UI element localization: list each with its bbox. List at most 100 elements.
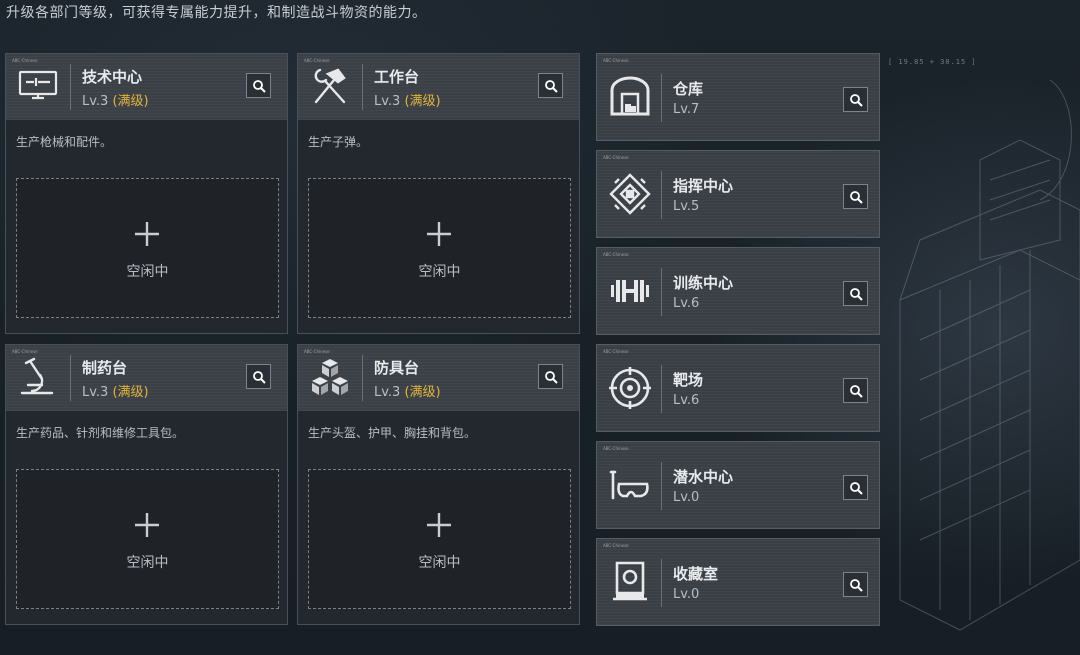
department-name: 指挥中心 xyxy=(673,177,734,195)
card-tag: ABC-Chinese xyxy=(603,349,629,354)
search-button[interactable] xyxy=(843,87,868,112)
plus-icon xyxy=(427,513,451,537)
search-button[interactable] xyxy=(538,73,563,98)
base-building-illustration xyxy=(899,79,1080,631)
max-level-badge: (满级) xyxy=(404,94,441,109)
department-name: 靶场 xyxy=(673,371,704,389)
production-slot[interactable]: 空闲中 xyxy=(308,178,571,318)
department-level: Lv.3 (满级) xyxy=(82,94,149,109)
department-name: 仓库 xyxy=(673,80,704,98)
department-level: Lv.3 (满级) xyxy=(374,385,441,400)
department-name: 潜水中心 xyxy=(673,468,734,486)
card-tag: ABC-Chinese xyxy=(603,155,629,160)
computer-icon xyxy=(18,70,58,100)
card-header: ABC-Chinese 工作台 Lv.3 (满级) xyxy=(298,54,579,120)
slot-idle-label: 空闲中 xyxy=(126,264,169,280)
search-icon xyxy=(849,481,863,495)
divider xyxy=(70,355,71,401)
search-button[interactable] xyxy=(843,378,868,403)
max-level-badge: (满级) xyxy=(404,385,441,400)
department-card-diving-center[interactable]: ABC-Chinese 潜水中心 Lv.0 xyxy=(596,441,880,529)
card-tag: ABC-Chinese xyxy=(603,58,629,63)
microscope-icon xyxy=(20,357,54,395)
divider xyxy=(661,462,662,510)
department-level: Lv.0 xyxy=(673,490,700,505)
department-card-workbench[interactable]: ABC-Chinese 工作台 Lv.3 (满级) 生产子弹。 空闲中 xyxy=(297,53,580,334)
production-slot[interactable]: 空闲中 xyxy=(16,178,279,318)
department-level: Lv.7 xyxy=(673,102,700,117)
department-level: Lv.0 xyxy=(673,587,700,602)
trophy-case-icon xyxy=(613,561,647,601)
slot-idle-label: 空闲中 xyxy=(418,555,461,571)
production-slot[interactable]: 空闲中 xyxy=(308,469,571,609)
slot-idle-label: 空闲中 xyxy=(418,264,461,280)
divider xyxy=(661,559,662,607)
cubes-icon xyxy=(312,359,348,395)
department-name: 训练中心 xyxy=(673,274,734,292)
search-icon xyxy=(849,578,863,592)
dumbbell-icon xyxy=(611,280,649,302)
department-card-collection-room[interactable]: ABC-Chinese 收藏室 Lv.0 xyxy=(596,538,880,626)
search-button[interactable] xyxy=(843,184,868,209)
search-button[interactable] xyxy=(843,281,868,306)
department-description: 生产枪械和配件。 xyxy=(16,135,113,149)
department-card-warehouse[interactable]: ABC-Chinese 仓库 Lv.7 xyxy=(596,53,880,141)
department-level: Lv.3 (满级) xyxy=(374,94,441,109)
department-card-tech-center[interactable]: ABC-Chinese 技术中心 Lv.3 (满级) 生产枪械和配件。 空闲中 xyxy=(5,53,288,334)
card-tag: ABC-Chinese xyxy=(304,349,330,354)
search-button[interactable] xyxy=(246,364,271,389)
card-tag: ABC-Chinese xyxy=(304,58,330,63)
divider xyxy=(661,365,662,413)
department-card-command-center[interactable]: ABC-Chinese 指挥中心 Lv.5 xyxy=(596,150,880,238)
card-tag: ABC-Chinese xyxy=(12,58,38,63)
department-level: Lv.6 xyxy=(673,296,700,311)
divider xyxy=(362,355,363,401)
divider xyxy=(661,74,662,122)
target-icon xyxy=(609,367,651,409)
department-level: Lv.6 xyxy=(673,393,700,408)
search-icon xyxy=(849,287,863,301)
search-button[interactable] xyxy=(538,364,563,389)
card-header: ABC-Chinese 技术中心 Lv.3 (满级) xyxy=(6,54,287,120)
search-icon xyxy=(544,370,558,384)
department-card-shooting-range[interactable]: ABC-Chinese 靶场 Lv.6 xyxy=(596,344,880,432)
chip-icon xyxy=(609,173,651,215)
search-icon xyxy=(252,370,266,384)
search-button[interactable] xyxy=(843,475,868,500)
card-tag: ABC-Chinese xyxy=(603,446,629,451)
department-name: 工作台 xyxy=(374,68,420,86)
plus-icon xyxy=(135,513,159,537)
coordinate-readout: [ 19.85 + 30.15 ] xyxy=(888,58,977,66)
hammer-wrench-icon xyxy=(314,68,346,104)
department-card-training-center[interactable]: ABC-Chinese 训练中心 Lv.6 xyxy=(596,247,880,335)
diving-mask-icon xyxy=(609,470,649,500)
search-icon xyxy=(849,384,863,398)
divider xyxy=(661,268,662,316)
divider xyxy=(362,64,363,110)
department-card-armor-bench[interactable]: ABC-Chinese 防具台 Lv.3 (满级) 生产头盔、护甲、胸挂和背包。… xyxy=(297,344,580,625)
page-description: 升级各部门等级，可获得专属能力提升，和制造战斗物资的能力。 xyxy=(6,5,427,21)
department-level: Lv.3 (满级) xyxy=(82,385,149,400)
department-description: 生产头盔、护甲、胸挂和背包。 xyxy=(308,426,477,440)
department-level: Lv.5 xyxy=(673,199,700,214)
search-icon xyxy=(849,93,863,107)
production-slot[interactable]: 空闲中 xyxy=(16,469,279,609)
department-description: 生产子弹。 xyxy=(308,135,369,149)
divider xyxy=(661,171,662,219)
max-level-badge: (满级) xyxy=(112,385,149,400)
search-button[interactable] xyxy=(843,572,868,597)
divider xyxy=(70,64,71,110)
search-icon xyxy=(252,79,266,93)
department-name: 防具台 xyxy=(374,359,420,377)
department-name: 制药台 xyxy=(82,359,128,377)
card-tag: ABC-Chinese xyxy=(603,543,629,548)
plus-icon xyxy=(135,222,159,246)
search-icon xyxy=(544,79,558,93)
department-name: 技术中心 xyxy=(82,68,143,86)
plus-icon xyxy=(427,222,451,246)
card-header: ABC-Chinese 防具台 Lv.3 (满级) xyxy=(298,345,579,411)
search-button[interactable] xyxy=(246,73,271,98)
department-card-pharmacy[interactable]: ABC-Chinese 制药台 Lv.3 (满级) 生产药品、针剂和维修工具包。… xyxy=(5,344,288,625)
card-header: ABC-Chinese 制药台 Lv.3 (满级) xyxy=(6,345,287,411)
max-level-badge: (满级) xyxy=(112,94,149,109)
